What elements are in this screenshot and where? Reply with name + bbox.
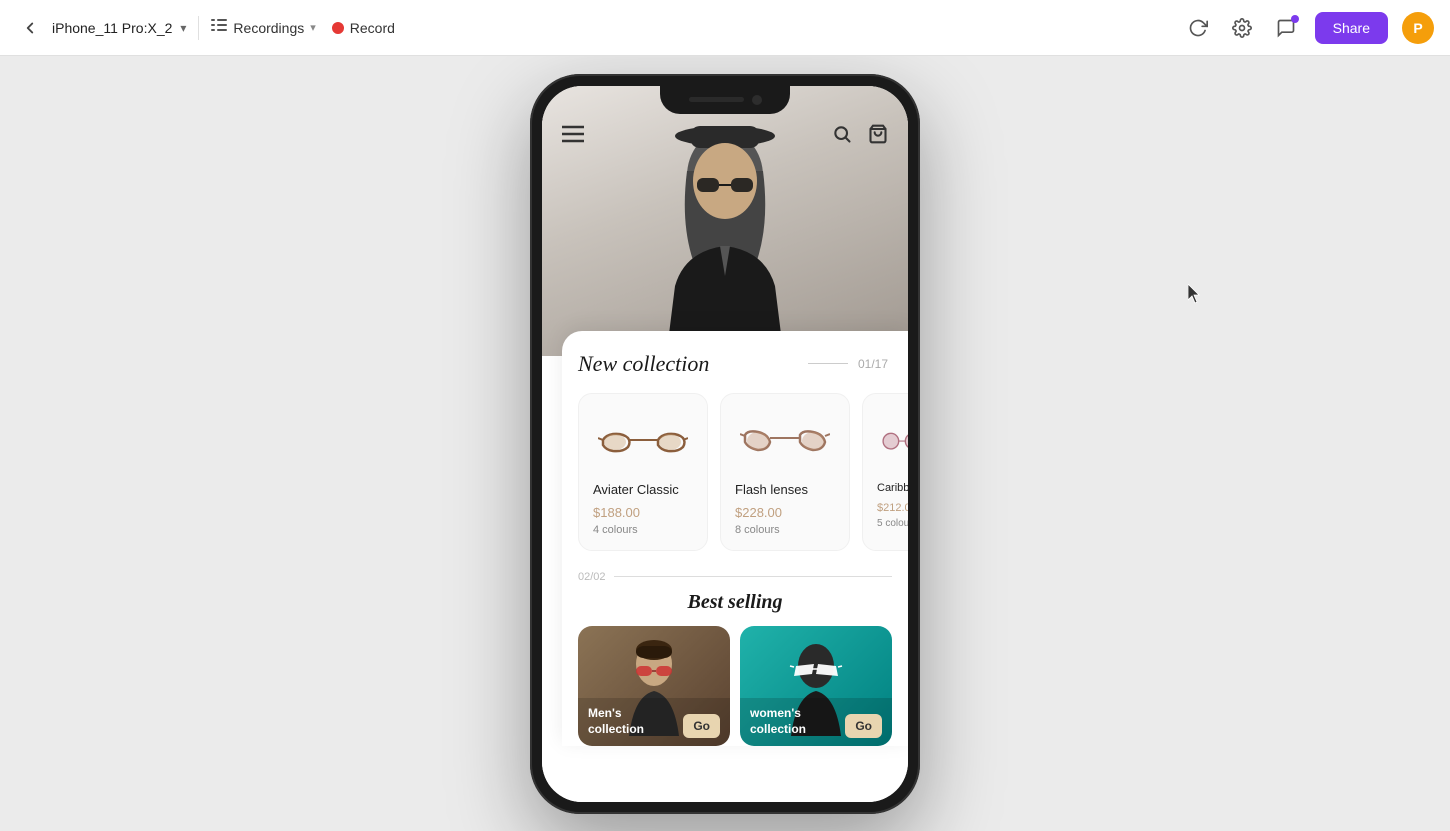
recordings-chevron-icon: ▾ bbox=[310, 21, 316, 34]
product-image-area-2 bbox=[735, 410, 835, 470]
products-row: Aviater Classic $188.00 4 colours bbox=[562, 393, 908, 551]
product-colors-3: 5 colou... bbox=[877, 518, 908, 529]
toolbar: iPhone_11 Pro:X_2 ▾ Recordings ▾ Record bbox=[0, 0, 1450, 56]
app-navbar bbox=[542, 114, 908, 159]
device-name: iPhone_11 Pro:X_2 bbox=[52, 20, 172, 36]
product-card-2[interactable]: Flash lenses $228.00 8 colours bbox=[720, 393, 850, 551]
menu-icon[interactable] bbox=[562, 125, 584, 148]
collection-header: New collection 01/17 bbox=[578, 351, 908, 393]
collection-section: New collection 01/17 bbox=[562, 331, 908, 746]
page-line bbox=[614, 576, 892, 577]
recordings-button[interactable]: Recordings ▾ bbox=[211, 19, 315, 36]
product-colors-1: 4 colours bbox=[593, 524, 693, 536]
product-price-3: $212.0... bbox=[877, 502, 908, 514]
back-button[interactable] bbox=[16, 14, 44, 42]
best-selling-section: Best selling bbox=[562, 591, 908, 746]
search-icon[interactable] bbox=[832, 124, 852, 149]
hero-section bbox=[542, 86, 908, 356]
mouse-cursor bbox=[1188, 284, 1202, 304]
mens-collection-item[interactable]: Men's collection Go bbox=[578, 626, 730, 746]
page-indicator: 02/02 bbox=[578, 571, 606, 583]
product-image-area bbox=[593, 410, 693, 470]
notch-speaker bbox=[689, 97, 744, 102]
recordings-list-icon bbox=[211, 19, 227, 36]
womens-collection-item[interactable]: women's collection Go bbox=[740, 626, 892, 746]
womens-collection-overlay: women's collection Go bbox=[740, 698, 892, 745]
record-label: Record bbox=[350, 20, 395, 36]
phone-frame: New collection 01/17 bbox=[530, 74, 920, 814]
collection-grid: Men's collection Go bbox=[578, 626, 892, 746]
mens-go-button[interactable]: Go bbox=[683, 714, 720, 738]
device-chevron-icon[interactable]: ▾ bbox=[180, 21, 186, 35]
glasses-image-2 bbox=[740, 420, 830, 460]
app-content: New collection 01/17 bbox=[542, 86, 908, 802]
refresh-button[interactable] bbox=[1183, 13, 1213, 43]
product-colors-2: 8 colours bbox=[735, 524, 835, 536]
recordings-label: Recordings bbox=[233, 20, 304, 36]
mens-collection-overlay: Men's collection Go bbox=[578, 698, 730, 745]
counter-line bbox=[808, 363, 848, 364]
chat-badge bbox=[1291, 15, 1299, 23]
toolbar-right: Share P bbox=[1183, 12, 1434, 44]
glasses-image-1 bbox=[598, 420, 688, 460]
product-name-2: Flash lenses bbox=[735, 482, 835, 497]
notch-camera bbox=[752, 95, 762, 105]
product-name-1: Aviater Classic bbox=[593, 482, 693, 497]
user-avatar[interactable]: P bbox=[1402, 12, 1434, 44]
mens-collection-label: Men's collection bbox=[588, 706, 644, 737]
toolbar-divider bbox=[198, 16, 199, 40]
share-button[interactable]: Share bbox=[1315, 12, 1388, 44]
product-price-1: $188.00 bbox=[593, 505, 693, 520]
bag-icon[interactable] bbox=[868, 124, 888, 149]
product-card-3[interactable]: Caribbe... $212.0... 5 colou... bbox=[862, 393, 908, 551]
toolbar-left: iPhone_11 Pro:X_2 ▾ Recordings ▾ Record bbox=[16, 14, 1171, 42]
collection-counter: 01/17 bbox=[808, 357, 888, 371]
nav-right-icons bbox=[832, 124, 888, 149]
product-name-3: Caribbe... bbox=[877, 482, 908, 494]
phone-notch bbox=[660, 86, 790, 114]
product-card[interactable]: Aviater Classic $188.00 4 colours bbox=[578, 393, 708, 551]
product-image-area-3 bbox=[877, 410, 908, 470]
record-dot-icon bbox=[332, 22, 344, 34]
product-price-2: $228.00 bbox=[735, 505, 835, 520]
womens-collection-label: women's collection bbox=[750, 706, 806, 737]
chat-button[interactable] bbox=[1271, 13, 1301, 43]
pagination-bar: 02/02 bbox=[562, 559, 908, 591]
record-button[interactable]: Record bbox=[332, 20, 395, 36]
glasses-image-3 bbox=[877, 420, 908, 460]
main-area: New collection 01/17 bbox=[0, 56, 1450, 831]
collection-title: New collection bbox=[578, 351, 709, 377]
settings-button[interactable] bbox=[1227, 13, 1257, 43]
best-selling-title: Best selling bbox=[578, 591, 892, 614]
phone-screen: New collection 01/17 bbox=[542, 86, 908, 802]
womens-go-button[interactable]: Go bbox=[845, 714, 882, 738]
counter-text: 01/17 bbox=[858, 357, 888, 371]
